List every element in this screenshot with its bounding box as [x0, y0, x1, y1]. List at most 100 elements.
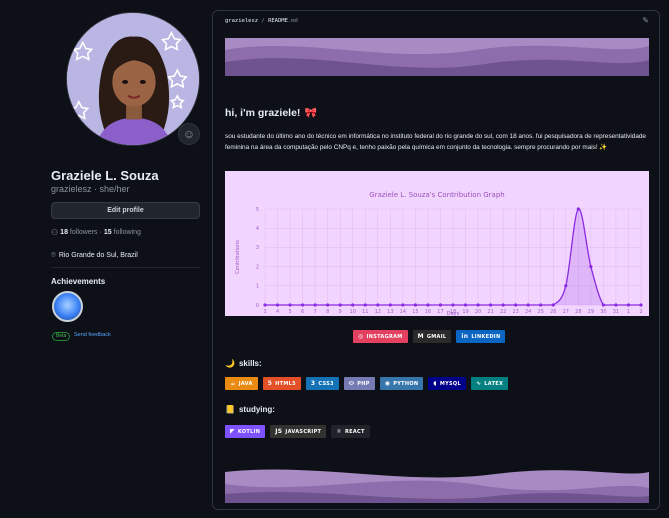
- data-point: [376, 303, 380, 307]
- x-tick-label: 31: [613, 309, 619, 315]
- html5-badge-label: HTML5: [275, 380, 296, 387]
- java-icon: ☕: [230, 380, 236, 387]
- data-point: [351, 303, 355, 307]
- mysql-badge[interactable]: ◖ MYSQL: [428, 377, 466, 390]
- python-badge[interactable]: ◉ PYTHON: [379, 377, 424, 390]
- readme-path: grazielesz / README.md: [225, 18, 298, 24]
- data-point: [601, 303, 605, 307]
- people-icon: ⚇: [51, 228, 59, 237]
- kotlin-badge-label: KOTLIN: [237, 428, 261, 435]
- latex-badge[interactable]: ∿ LATEX: [470, 377, 509, 390]
- x-tick-label: 23: [512, 309, 518, 315]
- profile-name: Graziele L. Souza: [51, 168, 159, 183]
- y-axis-label: Contributions: [235, 240, 241, 274]
- following-link[interactable]: 15 following: [104, 229, 141, 236]
- edit-profile-button[interactable]: Edit profile: [51, 202, 200, 219]
- x-tick-label: 11: [362, 309, 368, 315]
- data-point: [539, 303, 543, 307]
- x-tick-label: 20: [475, 309, 481, 315]
- latex-icon: ∿: [475, 380, 482, 387]
- java-badge[interactable]: ☕ JAVA: [225, 377, 258, 390]
- x-tick-label: 26: [550, 309, 556, 315]
- linkedin-badge-label: LINKEDIN: [471, 333, 501, 340]
- php-badge[interactable]: ⬭ PHP: [343, 377, 375, 390]
- css3-icon: 3: [310, 380, 316, 387]
- linkedin-badge[interactable]: in LINKEDIN: [456, 330, 506, 343]
- location-pin-icon: ⌾: [51, 250, 56, 259]
- x-tick-label: 19: [462, 309, 468, 315]
- instagram-icon: ◎: [358, 333, 364, 340]
- data-point: [326, 303, 330, 307]
- kotlin-icon: ◤: [230, 428, 235, 435]
- y-tick-label: 1: [256, 284, 259, 290]
- beta-label: Beta: [52, 332, 71, 341]
- skills-title: skills:: [238, 359, 262, 368]
- html5-badge[interactable]: 5 HTML5: [262, 377, 301, 390]
- css3-badge-label: CSS3: [318, 380, 334, 387]
- followers-label: followers: [69, 229, 98, 236]
- x-tick-label: 25: [538, 309, 544, 315]
- data-point: [413, 303, 417, 307]
- skill-badges: ☕ JAVA 5 HTML5 3 CSS3 ⬭ PHP ◉ PYTHON ◖ MYSQL ∿ LATEX: [225, 377, 509, 390]
- x-tick-label: 17: [437, 309, 443, 315]
- data-point: [301, 303, 305, 307]
- x-tick-label: 1: [627, 309, 630, 315]
- react-icon: ⚛: [336, 428, 342, 435]
- smiley-icon: ☺: [182, 127, 196, 141]
- achievements-title[interactable]: Achievements: [51, 277, 105, 286]
- readme-file[interactable]: README: [268, 18, 288, 24]
- data-point: [338, 303, 342, 307]
- x-tick-label: 28: [575, 309, 581, 315]
- latex-badge-label: LATEX: [484, 380, 504, 387]
- edit-readme-pencil-icon[interactable]: ✎: [642, 16, 649, 25]
- contribution-graph: 0 1 2 3 4 5 3 4 5 6 7 8 9 10 11 12 13 14 15 16 17 18 19 20 21 22 2…: [225, 171, 649, 316]
- kotlin-badge[interactable]: ◤ KOTLIN: [225, 425, 266, 438]
- data-point: [576, 207, 580, 211]
- data-point: [501, 303, 505, 307]
- data-point: [551, 303, 555, 307]
- mysql-badge-label: MYSQL: [439, 380, 461, 387]
- html5-icon: 5: [267, 380, 273, 387]
- contribution-graph-svg: 0123453 4 5 6 7 8 9 10 11 12 13 14 15 16 17 18 19 20 21 22 2…: [235, 191, 643, 316]
- following-count: 15: [103, 229, 112, 236]
- data-point: [451, 303, 455, 307]
- data-point: [313, 303, 317, 307]
- instagram-badge[interactable]: ◎ INSTAGRAM: [353, 330, 408, 343]
- followers-count: 18: [60, 229, 68, 236]
- react-badge[interactable]: ⚛ REACT: [331, 425, 370, 438]
- readme-user[interactable]: grazielesz: [225, 18, 258, 24]
- readme-ext: .md: [287, 18, 298, 24]
- javascript-icon: JS: [275, 428, 283, 435]
- data-point: [639, 303, 643, 307]
- greeting-heading: hi, i'm graziele! 🎀: [225, 107, 317, 119]
- studying-badges: ◤ KOTLIN JS JAVASCRIPT ⚛ REACT: [225, 425, 370, 438]
- ribbon-icon: 🎀: [304, 107, 317, 119]
- send-feedback-link[interactable]: Send feedback: [74, 332, 111, 338]
- mysql-icon: ◖: [433, 380, 437, 387]
- skills-heading: 🌙 skills:: [225, 359, 262, 368]
- y-tick-label: 0: [256, 303, 259, 309]
- bio-paragraph: sou estudante do último ano do técnico e…: [225, 133, 646, 151]
- gmail-badge[interactable]: M GMAIL: [412, 330, 452, 343]
- gmail-badge-label: GMAIL: [426, 333, 447, 340]
- y-tick-label: 3: [256, 245, 259, 251]
- follow-separator: ·: [99, 229, 102, 236]
- data-point: [288, 303, 292, 307]
- x-tick-label: 4: [276, 309, 279, 315]
- data-point: [388, 303, 392, 307]
- data-point: [463, 303, 468, 307]
- achievement-badge[interactable]: [52, 291, 83, 322]
- python-badge-label: PYTHON: [393, 380, 419, 387]
- following-label: following: [113, 229, 141, 236]
- x-tick-label: 6: [301, 309, 304, 315]
- set-status-button[interactable]: ☺: [178, 123, 200, 145]
- data-point: [426, 303, 430, 307]
- javascript-badge[interactable]: JS JAVASCRIPT: [270, 425, 327, 438]
- x-tick-label: 22: [500, 309, 506, 315]
- php-badge-label: PHP: [357, 380, 370, 387]
- x-tick-label: 16: [425, 309, 431, 315]
- css3-badge[interactable]: 3 CSS3: [305, 377, 339, 390]
- python-icon: ◉: [384, 380, 391, 387]
- followers-link[interactable]: 18 followers: [60, 229, 97, 236]
- java-badge-label: JAVA: [238, 380, 253, 387]
